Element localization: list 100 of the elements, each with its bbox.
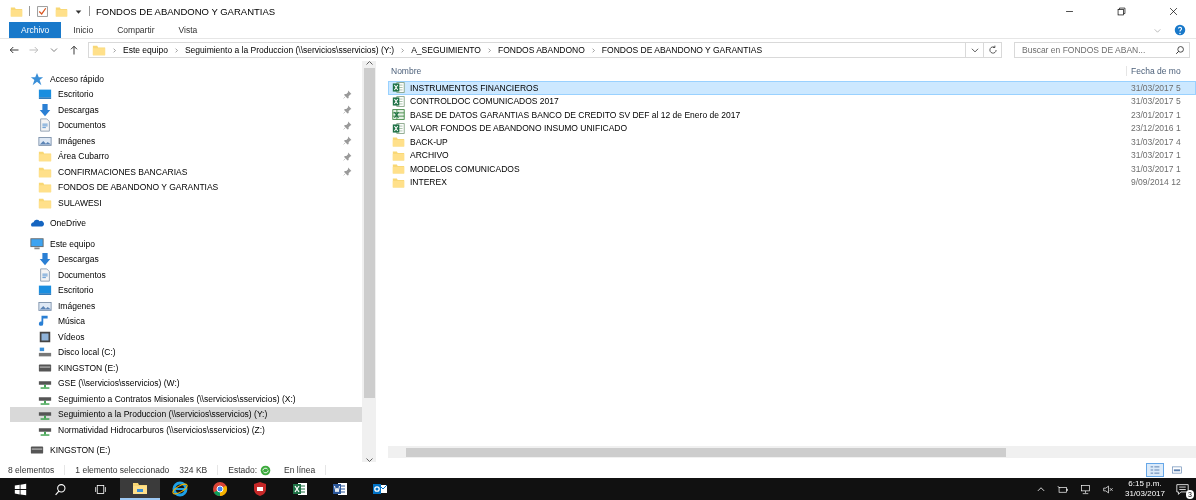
file-name: INSTRUMENTOS FINANCIEROS: [410, 82, 539, 93]
search-icon: [1175, 45, 1185, 55]
breadcrumb[interactable]: Este equipo: [123, 45, 168, 55]
muted-speaker-icon[interactable]: [1101, 483, 1115, 495]
search-icon: [53, 482, 67, 496]
chevron-icon: [486, 46, 492, 54]
globe-e-icon: [172, 481, 188, 497]
nav-item[interactable]: SULAWESI: [10, 195, 362, 211]
breadcrumb[interactable]: FONDOS ABANDONO: [497, 45, 585, 55]
status-label: Estado:: [227, 465, 258, 475]
clock[interactable]: 6:15 p.m. 31/03/2017: [1124, 479, 1165, 499]
address-bar[interactable]: Este equipo Seguimiento a la Produccion (\\servicios\sservicios) (Y:) A_SEGUIMIENTO FONDOS ABANDONO FONDOS DE ABANDONO Y GARANTIAS: [88, 42, 1002, 58]
nav-item[interactable]: Imágenes: [10, 298, 362, 314]
back-arrow-icon[interactable]: [8, 44, 20, 56]
file-name: BASE DE DATOS GARANTIAS BANCO DE CREDITO SV DEF al 12 de Enero de 2017: [410, 109, 741, 120]
file-name: MODELOS COMUNICADOS: [410, 163, 520, 174]
refresh-icon[interactable]: [987, 45, 998, 55]
film-icon: [38, 329, 52, 344]
file-row[interactable]: BASE DE DATOS GARANTIAS BANCO DE CREDITO SV DEF al 12 de Enero de 2017 23/01/2017 1: [388, 108, 1196, 122]
close-icon[interactable]: [1167, 5, 1179, 17]
ribbon-tab[interactable]: Compartir: [105, 22, 167, 38]
breadcrumb[interactable]: A_SEGUIMIENTO: [411, 45, 481, 55]
folder-icon: [392, 162, 405, 176]
up-arrow-icon[interactable]: [68, 44, 80, 56]
breadcrumb[interactable]: FONDOS DE ABANDONO Y GARANTIAS: [601, 45, 763, 55]
spreadsheet-app-icon: [292, 481, 308, 497]
nav-item[interactable]: KINGSTON (E:): [10, 360, 362, 376]
nav-item[interactable]: Documentos: [10, 267, 362, 283]
file-date: 23/01/2017 1: [1130, 109, 1182, 120]
chevron-icon: [590, 46, 596, 54]
clock-time: 6:15 p.m.: [1128, 479, 1162, 489]
file-row[interactable]: INSTRUMENTOS FINANCIEROS 31/03/2017 5: [388, 81, 1196, 95]
window-title: FONDOS DE ABANDONO Y GARANTIAS: [96, 5, 276, 17]
download-arrow-icon: [38, 252, 52, 267]
nav-item[interactable]: Descargas: [10, 251, 362, 267]
network-icon[interactable]: [1078, 483, 1092, 495]
nav-item[interactable]: Este equipo: [10, 236, 362, 252]
chevron-icon: [400, 46, 406, 54]
file-name: INTEREX: [410, 177, 447, 188]
file-row[interactable]: MODELOS COMUNICADOS 31/03/2017 1: [388, 162, 1196, 176]
file-row[interactable]: INTEREX 9/09/2014 12: [388, 175, 1196, 189]
chevron-icon: [173, 46, 179, 54]
file-name: BACK-UP: [410, 136, 448, 147]
horizontal-scrollbar[interactable]: [388, 446, 1196, 458]
spreadsheet-icon: [392, 81, 405, 95]
status-value: En línea: [274, 465, 327, 475]
breadcrumb[interactable]: Seguimiento a la Produccion (\\servicios\sservicios) (Y:): [184, 45, 395, 55]
taskbar-app-button[interactable]: [120, 478, 160, 500]
nav-item[interactable]: GSE (\\servicios\sservicios) (W:): [10, 375, 362, 391]
clock-date: 31/03/2017: [1124, 489, 1165, 499]
nav-item[interactable]: Seguimiento a la Produccion (\\servicios\sservicios) (Y:): [10, 406, 362, 422]
notification-icon: [1175, 482, 1190, 496]
nav-item[interactable]: Normatividad Hidrocarburos (\\servicios\sservicios) (Z:): [10, 422, 362, 438]
restore-icon[interactable]: [1115, 5, 1127, 17]
nav-item[interactable]: KINGSTON (E:): [10, 442, 362, 458]
nav-item[interactable]: Disco local (C:): [10, 344, 362, 360]
nav-item[interactable]: FONDOS DE ABANDONO Y GARANTIAS: [10, 179, 362, 195]
help-icon[interactable]: [1174, 24, 1186, 36]
ribbon-tab[interactable]: Archivo: [9, 22, 62, 38]
file-date: 23/12/2016 1: [1130, 123, 1182, 134]
file-row[interactable]: VALOR FONDOS DE ABANDONO INSUMO UNIFICADO 23/12/2016 1: [388, 121, 1196, 135]
ribbon-tab[interactable]: Vista: [166, 22, 210, 38]
nav-item[interactable]: Música: [10, 313, 362, 329]
computer-icon: [30, 236, 44, 251]
dropdown-chevron-icon[interactable]: [969, 45, 980, 55]
folder-icon: [132, 480, 148, 496]
nav-item[interactable]: Acceso rápido: [10, 71, 362, 87]
selection-info: 1 elemento seleccionado: [74, 465, 170, 475]
nav-item[interactable]: OneDrive: [10, 215, 362, 231]
nav-item[interactable]: Área Cubarro: [10, 148, 362, 164]
nav-item[interactable]: Vídeos: [10, 329, 362, 345]
desktop-icon: [38, 283, 52, 298]
file-name: ARCHIVO: [410, 150, 449, 161]
show-hidden-icons-icon[interactable]: [1035, 484, 1046, 494]
scroll-down-icon[interactable]: [365, 458, 373, 462]
file-row[interactable]: CONTROLDOC COMUNICADOS 2017 31/03/2017 5: [388, 94, 1196, 108]
nav-item[interactable]: Escritorio: [10, 86, 362, 102]
shield-icon: [252, 481, 268, 497]
file-date: 31/03/2017 1: [1130, 163, 1182, 174]
thumbnail-view-icon: [1170, 465, 1184, 475]
nav-item[interactable]: Imágenes: [10, 133, 362, 149]
sync-status-icon: [260, 464, 272, 476]
file-row[interactable]: BACK-UP 31/03/2017 4: [388, 135, 1196, 149]
chevron-icon: [112, 46, 117, 54]
desktop-icon: [38, 87, 52, 102]
nav-item[interactable]: Escritorio: [10, 282, 362, 298]
folder-icon: [38, 180, 52, 195]
vertical-scrollbar[interactable]: [362, 61, 376, 462]
nav-item[interactable]: CONFIRMACIONES BANCARIAS: [10, 164, 362, 180]
file-row[interactable]: ARCHIVO 31/03/2017 1: [388, 148, 1196, 162]
search-field[interactable]: Buscar en FONDOS DE ABAN...: [1014, 42, 1190, 58]
nav-item[interactable]: Documentos: [10, 117, 362, 133]
nav-item[interactable]: Descargas: [10, 102, 362, 118]
battery-icon[interactable]: [1055, 483, 1069, 495]
properties-icon[interactable]: [36, 4, 49, 18]
scroll-up-icon[interactable]: [365, 61, 373, 65]
ribbon-tab[interactable]: Inicio: [61, 22, 106, 38]
column-header[interactable]: Fecha de mo: [1126, 66, 1196, 76]
nav-item[interactable]: Seguimiento a Contratos Misionales (\\servicios\sservicios) (X:): [10, 391, 362, 407]
column-header[interactable]: Nombre: [388, 66, 1126, 76]
